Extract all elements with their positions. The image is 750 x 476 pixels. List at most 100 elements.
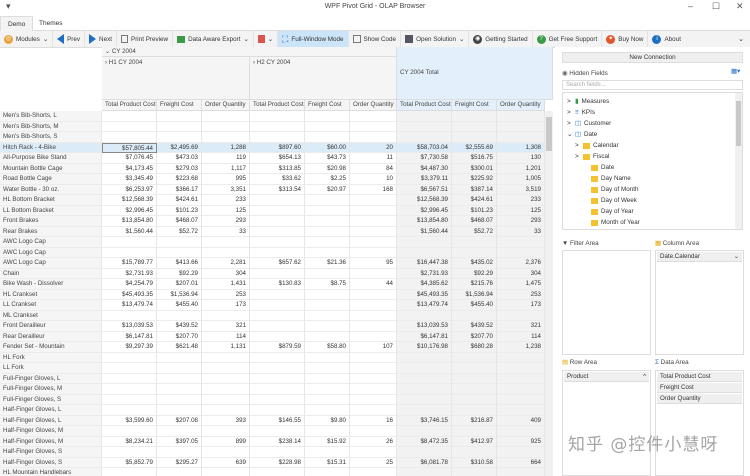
data-cell[interactable]: $680.28 [452, 342, 497, 353]
row-header[interactable]: HL Mountain Handlebars [0, 468, 102, 476]
data-cell[interactable]: 1,117 [202, 164, 250, 175]
data-aware-export-button[interactable]: Data Aware Export⌄ [173, 31, 254, 47]
data-cell[interactable]: $12,568.39 [397, 195, 452, 206]
data-cell[interactable]: $4,487.30 [397, 164, 452, 175]
data-cell[interactable] [305, 353, 350, 364]
data-cell[interactable]: $13,854.80 [397, 216, 452, 227]
data-cell[interactable] [250, 269, 305, 280]
data-cell[interactable]: 33 [202, 227, 250, 238]
data-cell[interactable] [350, 290, 397, 301]
data-cell[interactable]: 1,288 [202, 143, 250, 154]
data-cell[interactable]: $4,385.62 [397, 279, 452, 290]
data-cell[interactable]: 20 [350, 143, 397, 154]
data-cell[interactable]: 125 [497, 206, 545, 217]
data-cell[interactable]: 114 [497, 332, 545, 343]
data-cell[interactable]: $7,730.58 [397, 153, 452, 164]
data-cell[interactable] [497, 353, 545, 364]
data-cell[interactable] [102, 426, 157, 437]
data-field-total-product-cost[interactable]: Total Product Cost [657, 372, 742, 382]
data-cell[interactable] [305, 206, 350, 217]
row-header[interactable]: Half-Finger Gloves, S [0, 458, 102, 469]
row-header[interactable]: Bike Wash - Dissolver [0, 279, 102, 290]
data-cell[interactable]: $439.52 [157, 321, 202, 332]
data-cell[interactable] [497, 395, 545, 406]
data-cell[interactable] [250, 426, 305, 437]
data-cell[interactable] [157, 426, 202, 437]
expand-icon[interactable]: ⌄ [567, 129, 572, 140]
data-cell[interactable]: 125 [202, 206, 250, 217]
data-cell[interactable] [157, 447, 202, 458]
data-cell[interactable] [452, 468, 497, 476]
data-cell[interactable] [397, 384, 452, 395]
vertical-scrollbar[interactable] [545, 111, 553, 476]
data-cell[interactable] [202, 426, 250, 437]
tree-node[interactable]: Month of Year [583, 217, 640, 228]
data-cell[interactable]: 107 [350, 342, 397, 353]
data-cell[interactable]: $146.55 [250, 416, 305, 427]
data-cell[interactable]: $9.80 [305, 416, 350, 427]
data-cell[interactable] [305, 300, 350, 311]
data-cell[interactable] [250, 405, 305, 416]
data-cell[interactable] [452, 447, 497, 458]
data-cell[interactable]: $101.23 [452, 206, 497, 217]
tree-scrollbar[interactable] [735, 93, 742, 229]
data-cell[interactable]: $439.52 [452, 321, 497, 332]
getting-started-button[interactable]: ◉Getting Started [469, 31, 532, 47]
data-cell[interactable] [250, 447, 305, 458]
data-cell[interactable] [202, 132, 250, 143]
data-cell[interactable]: 664 [497, 458, 545, 469]
data-cell[interactable]: $879.59 [250, 342, 305, 353]
data-cell[interactable] [305, 111, 350, 122]
data-cell[interactable]: $4,254.79 [102, 279, 157, 290]
about-button[interactable]: iAbout [648, 31, 684, 47]
data-cell[interactable]: 899 [202, 437, 250, 448]
data-cell[interactable] [202, 468, 250, 476]
data-cell[interactable]: $473.03 [157, 153, 202, 164]
buy-now-button[interactable]: ✦Buy Now [602, 31, 648, 47]
data-cell[interactable]: $20.98 [305, 164, 350, 175]
data-cell[interactable] [250, 206, 305, 217]
data-cell[interactable] [305, 363, 350, 374]
data-cell[interactable]: $60.00 [305, 143, 350, 154]
data-cell[interactable] [497, 426, 545, 437]
data-cell[interactable] [305, 321, 350, 332]
data-cell[interactable]: $9,297.39 [102, 342, 157, 353]
tab-demo[interactable]: Demo [0, 16, 33, 31]
data-field-order-quantity[interactable]: Order Quantity [657, 394, 742, 404]
expand-icon[interactable]: > [575, 140, 580, 151]
data-cell[interactable]: $45,493.35 [397, 290, 452, 301]
row-header[interactable]: Chain [0, 269, 102, 280]
data-cell[interactable] [250, 332, 305, 343]
data-cell[interactable]: $6,567.51 [397, 185, 452, 196]
data-cell[interactable] [350, 332, 397, 343]
data-cell[interactable] [397, 395, 452, 406]
data-cell[interactable] [397, 426, 452, 437]
data-cell[interactable] [350, 122, 397, 133]
data-cell[interactable]: 114 [202, 332, 250, 343]
data-cell[interactable] [350, 227, 397, 238]
search-fields-input[interactable]: Search fields... [562, 80, 743, 90]
data-cell[interactable] [157, 405, 202, 416]
toolbar-overflow-icon[interactable]: ⌄ [738, 35, 744, 43]
data-cell[interactable]: $424.61 [157, 195, 202, 206]
data-cell[interactable] [250, 216, 305, 227]
data-cell[interactable] [202, 248, 250, 259]
scrollbar-thumb[interactable] [546, 117, 552, 151]
tree-scrollbar-thumb[interactable] [736, 101, 741, 146]
data-cell[interactable] [157, 384, 202, 395]
data-cell[interactable] [397, 111, 452, 122]
data-field-freight-cost[interactable]: Freight Cost [657, 383, 742, 393]
data-cell[interactable] [305, 374, 350, 385]
data-cell[interactable]: 233 [497, 195, 545, 206]
data-cell[interactable] [497, 132, 545, 143]
data-cell[interactable] [397, 363, 452, 374]
data-cell[interactable]: $15,789.77 [102, 258, 157, 269]
data-cell[interactable] [350, 132, 397, 143]
data-cell[interactable]: 130 [497, 153, 545, 164]
data-cell[interactable] [202, 374, 250, 385]
maximize-button[interactable]: ☐ [712, 1, 720, 12]
measure-header[interactable]: Order Quantity [202, 100, 250, 111]
data-cell[interactable] [497, 405, 545, 416]
data-cell[interactable]: $5,852.79 [102, 458, 157, 469]
row-header[interactable]: HL Crankset [0, 290, 102, 301]
